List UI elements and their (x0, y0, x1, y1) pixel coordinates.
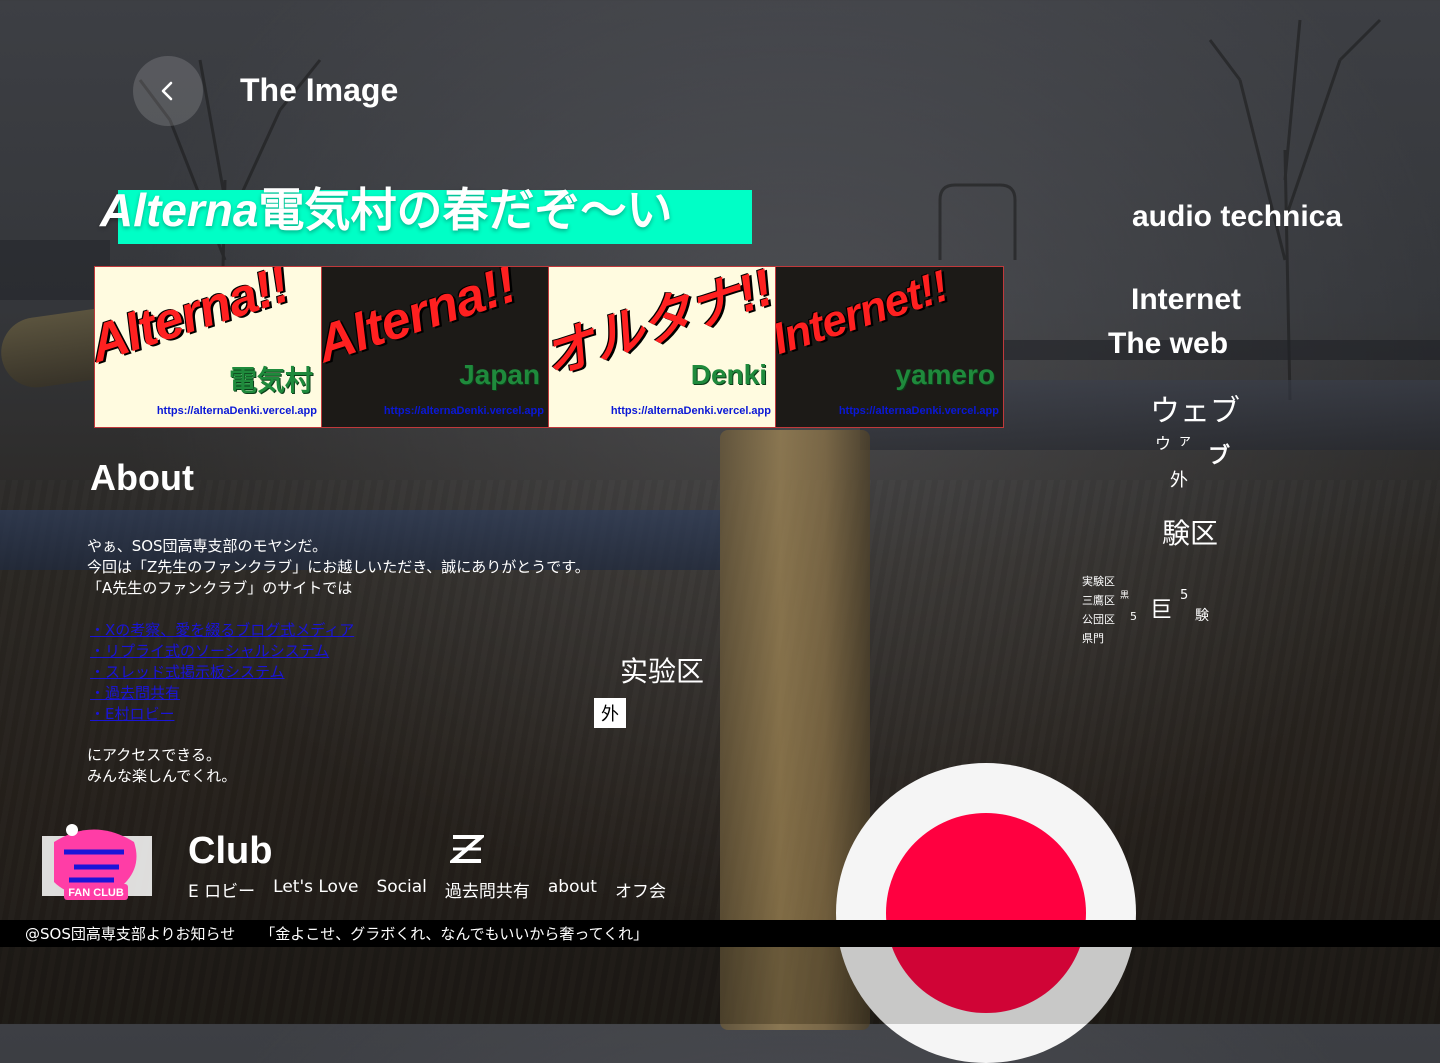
z-logo-icon[interactable] (450, 832, 484, 866)
ticker-source: @SOS団高専支部よりお知らせ (25, 925, 236, 943)
link-social-system[interactable]: ・リプライ式のソーシャルシステム (90, 641, 354, 662)
side-webu: ウェブ (1150, 394, 1240, 429)
side-bit: 黒 (1120, 591, 1130, 601)
about-heading: About (90, 457, 194, 498)
side-kana: ブ (1208, 444, 1231, 469)
experiment-zone-label: 实验区 (620, 655, 705, 688)
page-title: The Image (240, 72, 399, 108)
back-button[interactable] (133, 56, 203, 126)
hero-title: Alterna電気村の春だぞ〜い (100, 174, 672, 240)
nav-social[interactable]: Social (376, 877, 426, 902)
fan-club-logo[interactable]: FAN CLUB (34, 822, 154, 906)
about-line: みんな楽しんでくれ。 (87, 767, 237, 785)
link-blog-media[interactable]: ・Xの考察、愛を綴るブログ式メディア (90, 620, 354, 641)
nav-e-lobby[interactable]: E ロビー (188, 877, 255, 902)
banner-subtitle: Denki (690, 359, 767, 390)
about-line: やぁ、SOS団高専支部のモヤシだ。 (87, 537, 328, 555)
about-link-list: ・Xの考察、愛を綴るブログ式メディア ・リプライ式のソーシャルシステム ・スレッ… (90, 620, 354, 725)
footer-nav: E ロビー Let's Love Social 過去問共有 about オフ会 (188, 877, 666, 902)
side-district: 三鷹区 (1082, 594, 1115, 607)
bottom-shade (0, 947, 1440, 1024)
banner-subtitle: 電気村 (228, 365, 313, 396)
banner-url: https://alternaDenki.vercel.app (838, 405, 999, 417)
logo-fan-club-text: FAN CLUB (68, 887, 124, 899)
banner-alterna-japan[interactable]: Alterna!! Japan https://alternaDenki.ver… (322, 267, 549, 427)
nav-offline-meetup[interactable]: オフ会 (615, 877, 666, 902)
link-e-lobby[interactable]: ・E村ロビー (90, 704, 354, 725)
side-district-list: 実験区 三鷹区 公団区 県門 (1082, 572, 1115, 648)
about-line: 「A先生のファンクラブ」のサイトでは (87, 579, 353, 597)
about-outro: にアクセスできる。 みんな楽しんでくれ。 (87, 745, 236, 787)
nav-past-exams[interactable]: 過去問共有 (445, 877, 530, 902)
experiment-mark: 外 (594, 698, 626, 728)
banner-url: https://alternaDenki.vercel.app (156, 405, 317, 417)
nav-lets-love[interactable]: Let's Love (273, 877, 358, 902)
hero-title-latin: Alterna (100, 184, 259, 236)
about-intro: やぁ、SOS団高専支部のモヤシだ。 今回は「Z先生のファンクラブ」にお越しいただ… (87, 536, 590, 599)
side-experiment-ku: 験区 (1162, 517, 1219, 550)
side-bit: 巨 (1150, 598, 1173, 623)
banner-url: https://alternaDenki.vercel.app (383, 405, 544, 417)
nav-about[interactable]: about (548, 877, 597, 902)
side-internet: Internet (1131, 283, 1242, 316)
side-bit: 5 (1180, 588, 1189, 603)
side-the-web: The web (1108, 327, 1229, 360)
announcement-ticker: @SOS団高専支部よりお知らせ 「金よこせ、グラボくれ、なんでもいいから奢ってく… (0, 920, 1440, 947)
banner-alterna-denki[interactable]: Alterna!! 電気村 https://alternaDenki.verce… (95, 267, 322, 427)
side-audio-technica: audio technica (1132, 200, 1343, 233)
side-kana: 外 (1170, 470, 1188, 491)
about-line: 今回は「Z先生のファンクラブ」にお越しいただき、誠にありがとうです。 (87, 558, 590, 576)
about-line: にアクセスできる。 (87, 746, 221, 764)
banner-orutana-denki[interactable]: オルタナ!! Denki https://alternaDenki.vercel… (549, 267, 776, 427)
link-past-exams[interactable]: ・過去問共有 (90, 683, 354, 704)
side-kana: ァ (1178, 433, 1192, 449)
banner-url: https://alternaDenki.vercel.app (610, 405, 771, 417)
banner-subtitle: yamero (895, 359, 995, 390)
side-district: 公団区 (1082, 613, 1115, 626)
club-title: Club (188, 830, 273, 872)
banner-internet-yamero[interactable]: Internet!! yamero https://alternaDenki.v… (776, 267, 1003, 427)
side-district: 実験区 (1082, 575, 1115, 588)
hero-title-jp: 電気村の春だぞ〜い (258, 184, 673, 236)
side-kana: ウ (1155, 434, 1172, 453)
banner-row: Alterna!! 電気村 https://alternaDenki.verce… (94, 266, 1004, 428)
side-district: 県門 (1082, 632, 1104, 645)
side-bit: 5 (1130, 610, 1137, 623)
link-thread-board[interactable]: ・スレッド式掲示板システム (90, 662, 354, 683)
ticker-message: 「金よこせ、グラボくれ、なんでもいいから奢ってくれ」 (260, 925, 649, 943)
side-bit: 験 (1195, 608, 1209, 624)
chevron-left-icon (161, 81, 173, 101)
banner-subtitle: Japan (459, 359, 540, 390)
banner-headline: Internet!! (776, 267, 954, 365)
